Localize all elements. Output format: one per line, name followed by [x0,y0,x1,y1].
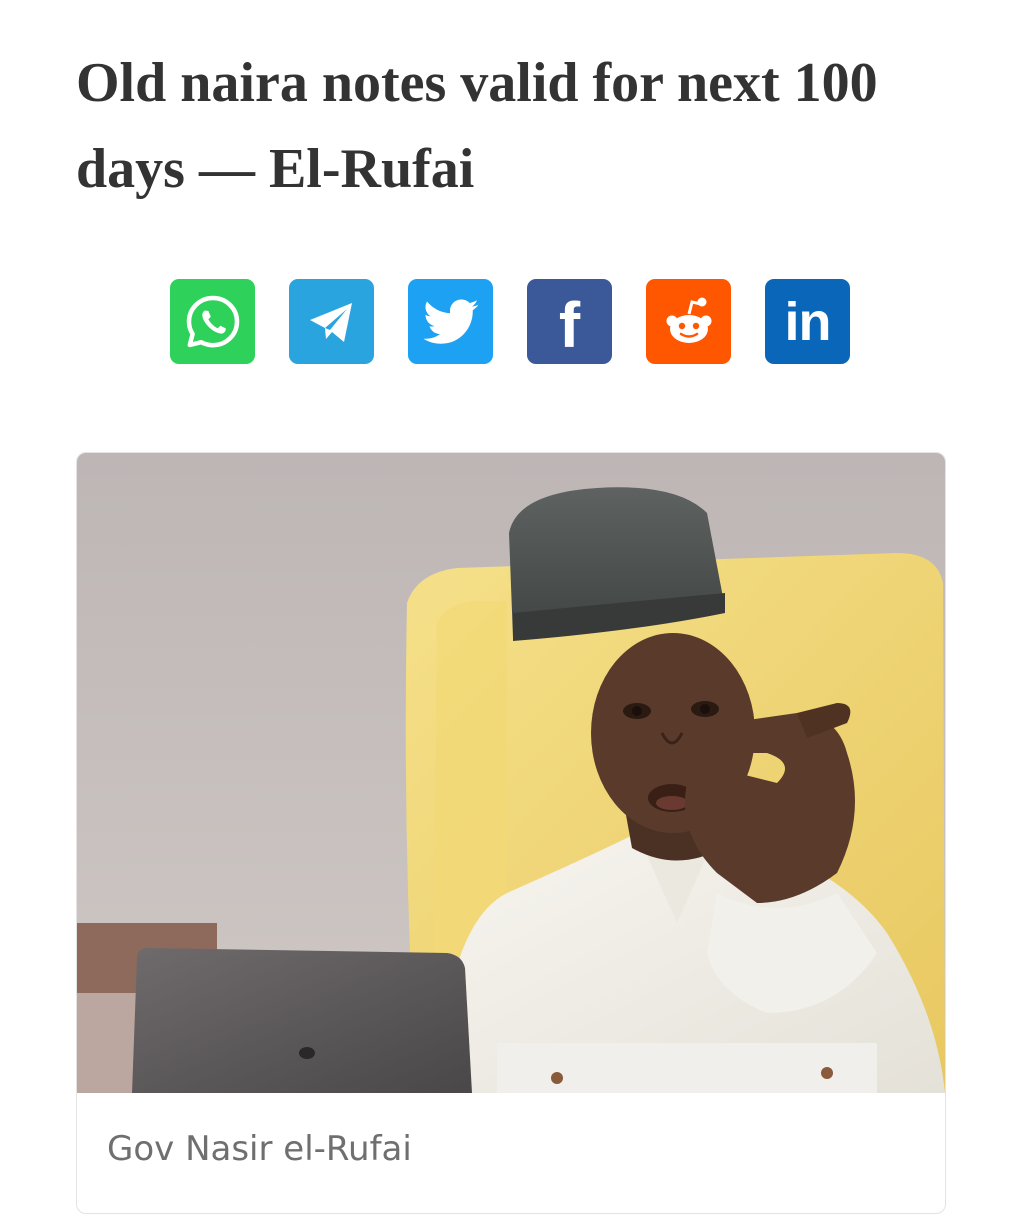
share-facebook-button[interactable]: f [527,279,612,364]
article-title: Old naira notes valid for next 100 days … [76,52,878,200]
share-twitter-button[interactable] [408,279,493,364]
twitter-icon [423,299,478,344]
article-photo [77,453,945,1093]
linkedin-icon: in [784,291,832,352]
image-caption: Gov Nasir el-Rufai [107,1129,412,1169]
share-whatsapp-button[interactable] [170,279,255,364]
share-linkedin-button[interactable]: in [765,279,850,364]
reddit-icon [666,297,711,343]
share-telegram-button[interactable] [289,279,374,364]
share-reddit-button[interactable] [646,279,731,364]
telegram-icon [309,302,352,342]
share-buttons: f in [170,279,850,364]
facebook-icon: f [558,288,581,361]
whatsapp-icon [186,295,239,347]
image-card: Gov Nasir el-Rufai [76,452,946,1214]
